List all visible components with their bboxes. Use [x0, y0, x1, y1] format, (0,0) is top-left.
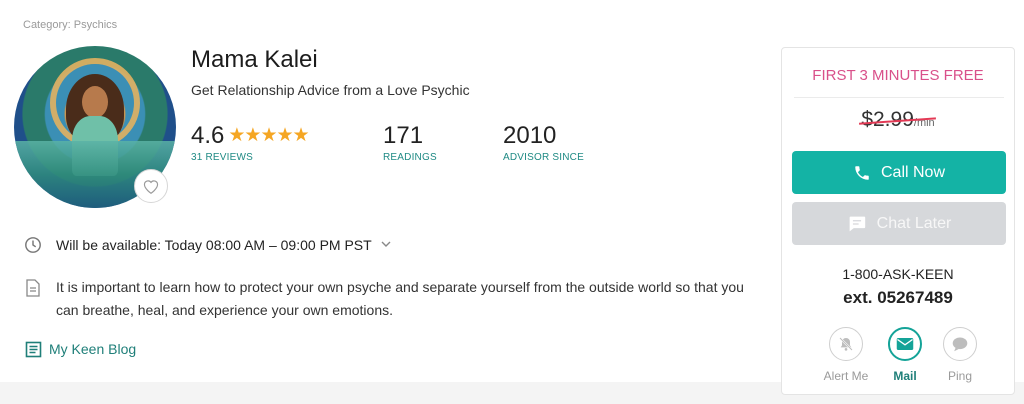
- advisor-name: Mama Kalei: [191, 46, 318, 73]
- price-unit: /min: [913, 117, 935, 129]
- since-stat: 2010 ADVISOR SINCE: [503, 122, 584, 163]
- alert-me-action[interactable]: Alert Me: [816, 327, 876, 383]
- phone-extension: ext. 05267489: [843, 288, 953, 307]
- advisor-since-year: 2010: [503, 122, 557, 149]
- category-breadcrumb[interactable]: Category: Psychics: [23, 19, 117, 31]
- advisor-since-label: ADVISOR SINCE: [503, 152, 584, 163]
- panel-divider: [794, 97, 1004, 98]
- readings-count: 171: [383, 122, 424, 149]
- advisor-description: It is important to learn how to protect …: [56, 279, 744, 318]
- rating-value: 4.6: [191, 122, 225, 149]
- chat-later-label: Chat Later: [876, 214, 952, 232]
- ping-action[interactable]: Ping: [930, 327, 990, 383]
- availability-row[interactable]: Will be available: Today 08:00 AM – 09:0…: [23, 235, 392, 255]
- mail-label: Mail: [893, 369, 917, 383]
- free-minutes-promo: FIRST 3 MINUTES FREE: [812, 67, 984, 84]
- clock-icon: [23, 235, 43, 255]
- price: $2.99/min: [782, 108, 1014, 132]
- bell-off-icon: [829, 327, 863, 361]
- favorite-button[interactable]: [134, 169, 168, 203]
- chevron-down-icon[interactable]: [380, 235, 392, 255]
- rating-stat[interactable]: 4.6 ★★★★★ 31 REVIEWS: [191, 122, 310, 163]
- blog-icon: [23, 339, 43, 359]
- chat-later-button[interactable]: Chat Later: [792, 202, 1006, 245]
- alert-me-label: Alert Me: [823, 369, 869, 383]
- blog-link[interactable]: My Keen Blog: [49, 339, 136, 359]
- call-now-button[interactable]: Call Now: [792, 151, 1006, 194]
- document-icon: [23, 278, 43, 298]
- heart-icon: [143, 180, 159, 194]
- call-now-label: Call Now: [880, 163, 945, 181]
- ping-label: Ping: [947, 369, 973, 383]
- availability-text: Will be available: Today 08:00 AM – 09:0…: [56, 237, 372, 253]
- phone-number: 1-800-ASK-KEEN: [842, 266, 954, 282]
- price-value: $2.99: [861, 108, 914, 131]
- advisor-tagline: Get Relationship Advice from a Love Psyc…: [191, 82, 470, 98]
- reviews-link[interactable]: 31 REVIEWS: [191, 152, 309, 163]
- readings-stat: 171 READINGS: [383, 122, 437, 163]
- blog-row[interactable]: My Keen Blog: [23, 339, 136, 359]
- readings-label: READINGS: [383, 152, 437, 163]
- rating-stars: ★★★★★: [228, 125, 309, 146]
- ping-bubble-icon: [943, 327, 977, 361]
- mail-action[interactable]: Mail: [875, 327, 935, 383]
- contact-panel: FIRST 3 MINUTES FREE $2.99/min Call Now …: [781, 47, 1015, 395]
- phone-icon: [855, 165, 869, 180]
- description-row: It is important to learn how to protect …: [23, 276, 766, 322]
- mail-icon: [888, 327, 922, 361]
- chat-icon: [849, 216, 865, 231]
